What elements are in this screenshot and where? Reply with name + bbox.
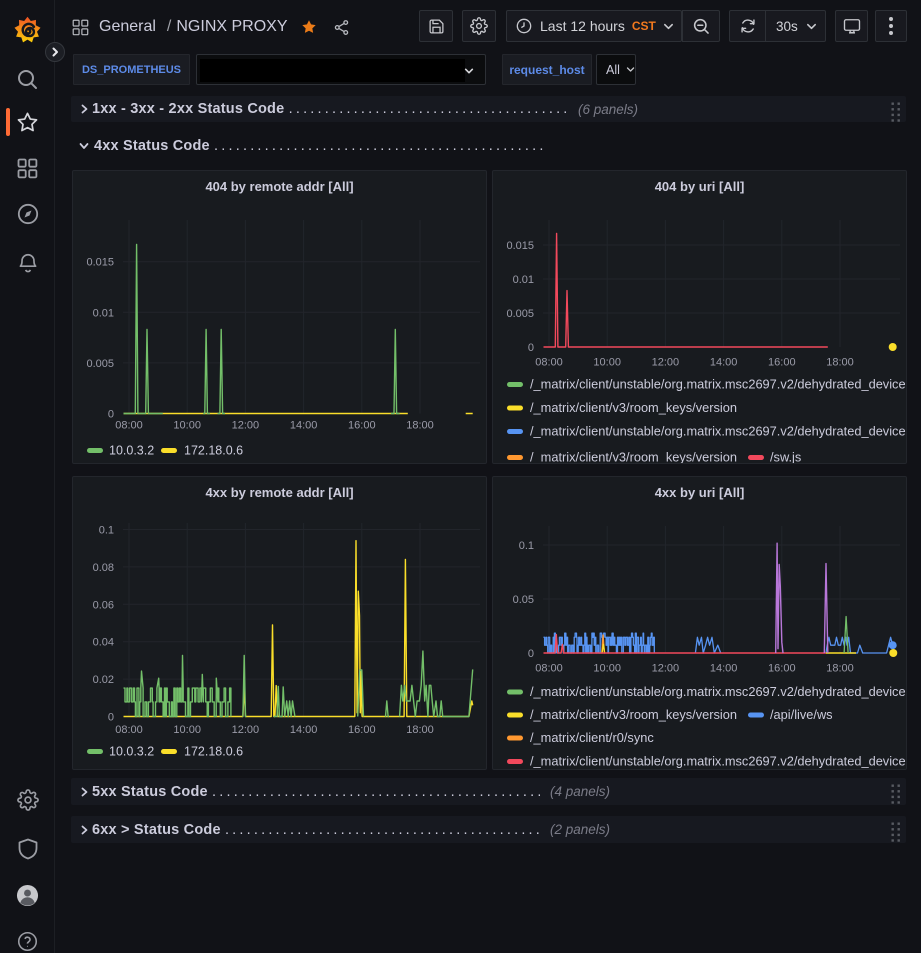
svg-text:172.18.0.6: 172.18.0.6 (184, 444, 243, 458)
svg-text:/_matrix/client/v3/room_keys/v: /_matrix/client/v3/room_keys/version (530, 400, 737, 415)
svg-text:0.02: 0.02 (93, 674, 114, 686)
svg-text:10.0.3.2: 10.0.3.2 (109, 444, 154, 458)
svg-text:/api/live/ws: /api/live/ws (770, 707, 833, 722)
svg-text:0: 0 (108, 712, 114, 724)
svg-text:10:00: 10:00 (593, 357, 621, 369)
svg-text:0.01: 0.01 (513, 274, 534, 286)
svg-text:16:00: 16:00 (768, 663, 796, 675)
svg-text:0.015: 0.015 (86, 257, 114, 269)
svg-text:10:00: 10:00 (593, 663, 621, 675)
svg-text:172.18.0.6: 172.18.0.6 (184, 745, 243, 759)
svg-text:12:00: 12:00 (652, 663, 680, 675)
svg-text:/sw.js: /sw.js (770, 450, 801, 464)
svg-text:0.1: 0.1 (519, 540, 534, 552)
svg-text:12:00: 12:00 (232, 724, 260, 736)
svg-text:18:00: 18:00 (826, 357, 854, 369)
svg-text:08:00: 08:00 (115, 724, 143, 736)
svg-text:14:00: 14:00 (710, 357, 738, 369)
svg-text:08:00: 08:00 (535, 357, 563, 369)
svg-text:/_matrix/client/r0/sync: /_matrix/client/r0/sync (530, 730, 654, 745)
svg-text:0.005: 0.005 (506, 308, 534, 320)
svg-text:/_matrix/client/unstable/org.m: /_matrix/client/unstable/org.matrix.msc2… (530, 377, 906, 392)
svg-text:/_matrix/client/v3/room_keys/v: /_matrix/client/v3/room_keys/version (530, 707, 737, 722)
svg-text:16:00: 16:00 (348, 420, 376, 432)
svg-text:/_matrix/client/unstable/org.m: /_matrix/client/unstable/org.matrix.msc2… (530, 684, 906, 699)
svg-text:0.05: 0.05 (513, 594, 534, 606)
svg-text:0: 0 (528, 342, 534, 354)
svg-text:16:00: 16:00 (768, 357, 796, 369)
svg-text:08:00: 08:00 (535, 663, 563, 675)
svg-text:/_matrix/client/unstable/org.m: /_matrix/client/unstable/org.matrix.msc2… (530, 754, 906, 769)
svg-text:0.015: 0.015 (506, 240, 534, 252)
svg-text:0.08: 0.08 (93, 562, 114, 574)
svg-text:10:00: 10:00 (173, 420, 201, 432)
svg-text:16:00: 16:00 (348, 724, 376, 736)
svg-text:08:00: 08:00 (115, 420, 143, 432)
svg-text:/_matrix/client/v3/room_keys/v: /_matrix/client/v3/room_keys/version (530, 450, 737, 464)
svg-text:14:00: 14:00 (290, 724, 318, 736)
svg-text:0.005: 0.005 (86, 358, 114, 370)
svg-text:0.1: 0.1 (99, 525, 114, 537)
svg-text:10:00: 10:00 (173, 724, 201, 736)
svg-text:10.0.3.2: 10.0.3.2 (109, 745, 154, 759)
svg-text:12:00: 12:00 (232, 420, 260, 432)
svg-text:14:00: 14:00 (290, 420, 318, 432)
svg-text:0: 0 (528, 648, 534, 660)
svg-text:0.06: 0.06 (93, 599, 114, 611)
svg-text:0.04: 0.04 (93, 637, 114, 649)
svg-text:18:00: 18:00 (406, 420, 434, 432)
svg-text:0: 0 (108, 409, 114, 421)
svg-text:12:00: 12:00 (652, 357, 680, 369)
svg-text:18:00: 18:00 (406, 724, 434, 736)
svg-text:/_matrix/client/unstable/org.m: /_matrix/client/unstable/org.matrix.msc2… (530, 424, 906, 439)
svg-text:14:00: 14:00 (710, 663, 738, 675)
svg-text:18:00: 18:00 (826, 663, 854, 675)
svg-text:0.01: 0.01 (93, 307, 114, 319)
